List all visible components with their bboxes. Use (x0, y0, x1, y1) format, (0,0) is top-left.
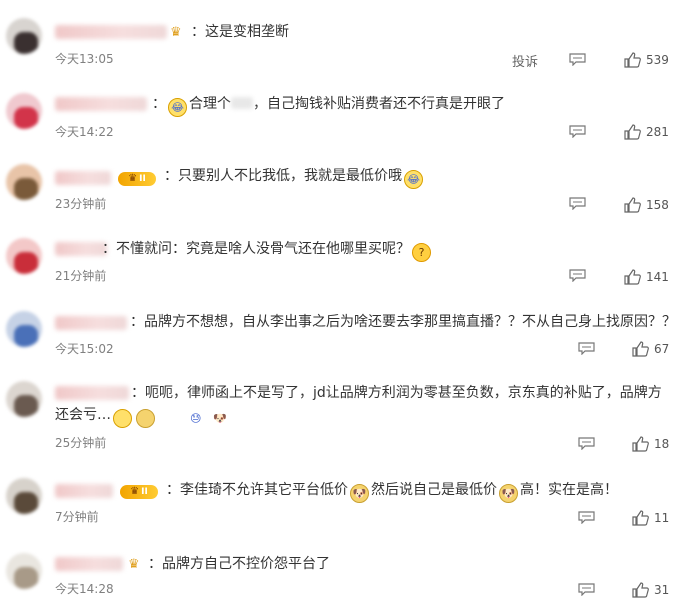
thinking-emoji: ? (412, 243, 431, 262)
report-button[interactable]: 投诉 (512, 51, 538, 70)
thumb-up-icon (632, 510, 649, 526)
comment-text: ：品牌方自己不控价怨平台了 (148, 556, 330, 572)
comment-time: 今天14:28 (55, 582, 114, 596)
comment-icon[interactable] (569, 125, 586, 138)
comment-time: 21分钟前 (55, 269, 107, 283)
like-button[interactable]: 67 (632, 341, 684, 357)
comment-icon[interactable] (569, 53, 586, 66)
avatar[interactable] (6, 553, 42, 589)
comment-text: ：品牌方不想想，自从李出事之后为啥还要去李那里搞直播？？不从自己身上找原因？？ (130, 314, 676, 330)
crown-icon: ♛ (128, 557, 140, 572)
comment-text: ：李佳琦不允许其它平台低价 🐶 然后说自己是最低价 🐶 高！实在是高！ (166, 479, 618, 503)
avatar[interactable] (6, 381, 42, 417)
comment-icon[interactable] (578, 583, 595, 596)
crying-laugh-emoji: 😂 (404, 170, 423, 189)
username[interactable] (55, 484, 113, 498)
like-button[interactable]: 31 (632, 582, 684, 598)
comment-icon[interactable] (578, 437, 595, 450)
thumb-up-icon (624, 269, 641, 285)
comment-text: ：只要别人不比我低，我就是最低价哦 😂 (164, 165, 425, 189)
sweat-emoji: 😓 (113, 409, 201, 428)
thumb-up-icon (632, 582, 649, 598)
username[interactable] (55, 25, 167, 39)
thumb-up-icon (624, 124, 641, 140)
like-count: 67 (654, 342, 670, 356)
comment-time: 23分钟前 (55, 197, 107, 211)
username[interactable] (55, 316, 127, 330)
redacted-word (231, 97, 253, 109)
doge-emoji: 🐶 (136, 409, 227, 428)
like-button[interactable]: 11 (632, 510, 684, 526)
comment-time: 7分钟前 (55, 510, 99, 524)
avatar[interactable] (6, 311, 42, 347)
comment-icon[interactable] (569, 269, 586, 282)
like-button[interactable]: 539 (624, 52, 684, 68)
crying-laugh-emoji: 😂 (168, 98, 187, 117)
username[interactable] (55, 557, 123, 571)
thumb-up-icon (632, 436, 649, 452)
comment-icon[interactable] (578, 511, 595, 524)
like-button[interactable]: 281 (624, 124, 684, 140)
comment-time: 今天14:22 (55, 125, 114, 139)
avatar[interactable] (6, 164, 42, 200)
vip-badge: ♛ II (120, 485, 158, 499)
vip-badge: ♛ II (118, 172, 156, 186)
doge-emoji: 🐶 (499, 484, 518, 503)
like-count: 11 (654, 511, 670, 525)
like-count: 31 (654, 583, 670, 597)
doge-emoji: 🐶 (350, 484, 369, 503)
comment-time: 25分钟前 (55, 436, 107, 450)
thumb-up-icon (632, 341, 649, 357)
comment-text: ：这是变相垄断 (191, 24, 289, 40)
avatar[interactable] (6, 18, 42, 54)
like-count: 18 (654, 437, 670, 451)
like-button[interactable]: 158 (624, 197, 684, 213)
thumb-up-icon (624, 197, 641, 213)
like-count: 281 (646, 125, 669, 139)
comment-time: 今天13:05 (55, 52, 114, 66)
crown-icon: ♛ (170, 25, 182, 40)
like-count: 141 (646, 270, 669, 284)
comment-time: 今天15:02 (55, 342, 114, 356)
thumb-up-icon (624, 52, 641, 68)
avatar[interactable] (6, 478, 42, 514)
comment-text: ： 😂 合理个 ，自己掏钱补贴消费者还不行真是开眼了 (152, 93, 505, 117)
username[interactable] (55, 171, 111, 185)
username[interactable] (55, 242, 107, 256)
comment-text: ：呃呃，律师函上不是写了，jd让品牌方利润为零甚至负数，京东真的补贴了，品牌方还… (55, 382, 665, 428)
like-count: 158 (646, 198, 669, 212)
username[interactable] (55, 97, 147, 111)
comment-icon[interactable] (569, 197, 586, 210)
avatar[interactable] (6, 238, 42, 274)
like-button[interactable]: 18 (632, 436, 684, 452)
avatar[interactable] (6, 93, 42, 129)
like-button[interactable]: 141 (624, 269, 684, 285)
like-count: 539 (646, 53, 669, 67)
comment-text: ：不懂就问：究竟是啥人没骨气还在他哪里买呢？? (102, 238, 433, 262)
comment-icon[interactable] (578, 342, 595, 355)
